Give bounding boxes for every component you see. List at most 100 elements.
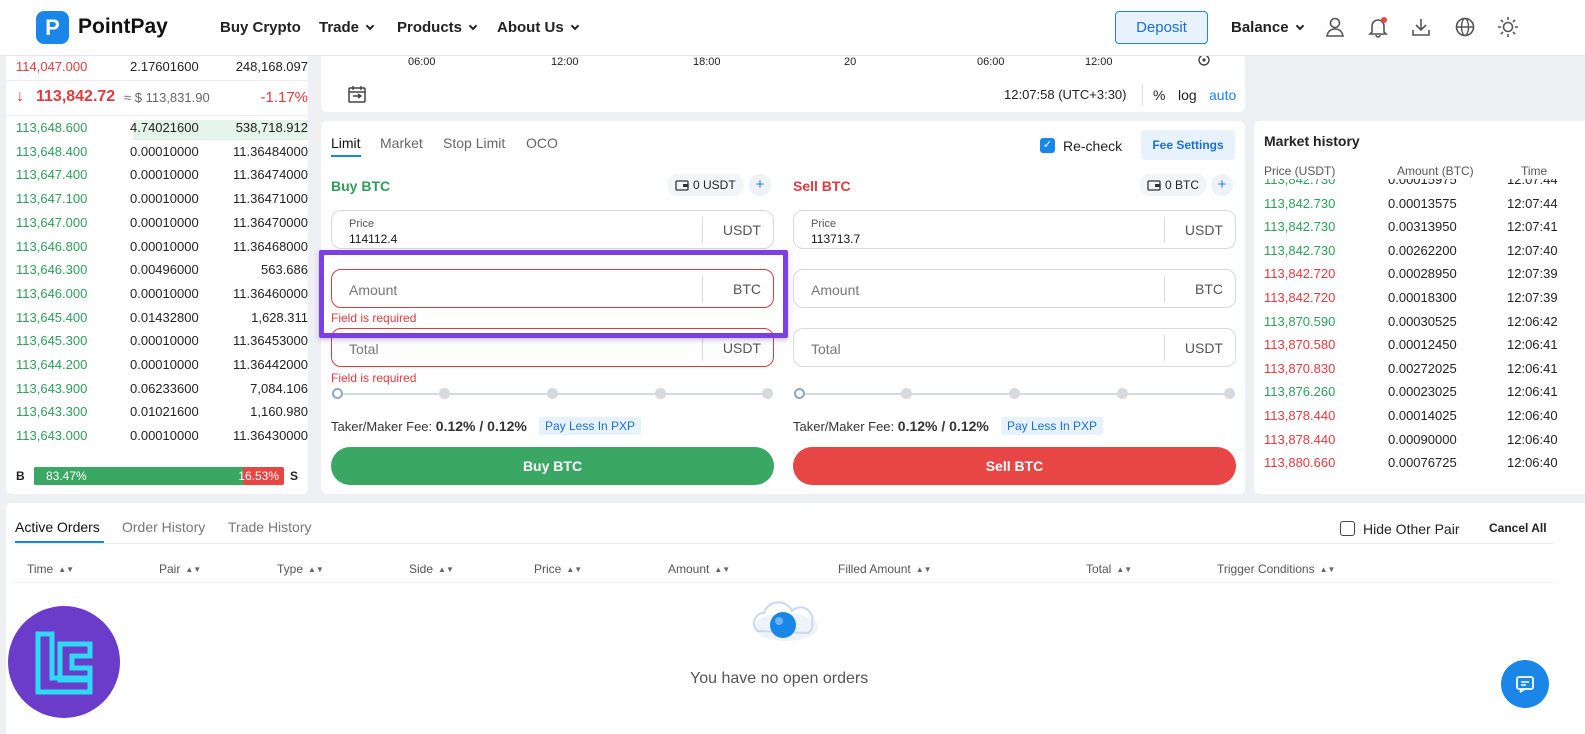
slider-mark[interactable]: [1009, 388, 1020, 399]
cancel-all-button[interactable]: Cancel All: [1489, 521, 1547, 535]
mh-list-viewport[interactable]: 113,842.730 0.00015975 12:07:44 113,842.730…: [1254, 179, 1585, 489]
col-type[interactable]: Type ▲▼: [277, 562, 324, 576]
bid-row[interactable]: 113,648.600 4.74021600 538,718.912: [16, 120, 308, 140]
bid-row[interactable]: 113,645.400 0.01432800 1,628.311: [16, 310, 308, 330]
col-filled-amount[interactable]: Filled Amount ▲▼: [838, 562, 932, 576]
user-icon[interactable]: [1324, 16, 1346, 38]
buy-total-input[interactable]: Total USDT: [331, 328, 774, 367]
fee-value: 0.12% / 0.12%: [897, 418, 989, 434]
log-toggle[interactable]: log: [1178, 87, 1197, 103]
trade-time: 12:06:42: [1507, 313, 1558, 329]
bid-total: 538,718.912: [235, 120, 308, 135]
price-label: Price: [349, 218, 375, 230]
slider-mark[interactable]: [901, 388, 912, 399]
buy-total-error: Field is required: [331, 371, 417, 385]
tab-active-orders[interactable]: Active Orders: [15, 519, 100, 535]
bid-total: 11.36474000: [233, 167, 308, 183]
globe-icon[interactable]: [1454, 16, 1476, 38]
chat-button[interactable]: [1501, 660, 1549, 708]
sell-btc-button[interactable]: Sell BTC: [793, 447, 1236, 485]
slider-mark[interactable]: [1224, 388, 1235, 399]
fee-settings-button[interactable]: Fee Settings: [1141, 130, 1235, 160]
bid-amount: 0.01021600: [130, 404, 199, 420]
slider-mark[interactable]: [762, 388, 773, 399]
col-side[interactable]: Side ▲▼: [409, 562, 454, 576]
time-tick: 12:00: [1085, 56, 1113, 68]
buy-price-input[interactable]: Price 114112.4 USDT: [331, 210, 774, 249]
tab-trade-history[interactable]: Trade History: [228, 519, 312, 535]
col-amount[interactable]: Amount ▲▼: [668, 562, 730, 576]
nav-products[interactable]: Products: [397, 19, 478, 36]
buy-btc-button[interactable]: Buy BTC: [331, 447, 774, 485]
bid-row[interactable]: 113,647.000 0.00010000 11.36470000: [16, 215, 308, 235]
sell-fee-info: Taker/Maker Fee: 0.12% / 0.12%: [793, 418, 989, 434]
last-price: 113,842.72: [36, 88, 116, 105]
chart-area[interactable]: 06:00 12:00 18:00 20 06:00 12:00 12:07:5…: [321, 56, 1245, 112]
balance-dropdown[interactable]: Balance: [1231, 19, 1304, 36]
pointpay-logo-icon[interactable]: P: [36, 11, 69, 44]
hide-other-pair-checkbox[interactable]: [1340, 521, 1355, 536]
sell-slider-handle[interactable]: [794, 388, 805, 399]
slider-mark[interactable]: [547, 388, 558, 399]
sell-pay-less-pxp-link[interactable]: Pay Less In PXP: [1001, 417, 1104, 435]
bid-price: 113,648.400: [16, 143, 88, 159]
buy-deposit-plus-button[interactable]: +: [749, 174, 771, 196]
bid-row[interactable]: 113,645.300 0.00010000 11.36453000: [16, 333, 308, 353]
bid-amount: 0.06233600: [130, 380, 199, 396]
slider-mark[interactable]: [1117, 388, 1128, 399]
deposit-button[interactable]: Deposit: [1115, 11, 1208, 44]
market-history-panel: Market history Price (USDT) Amount (BTC)…: [1254, 121, 1585, 494]
buy-amount-input[interactable]: Amount BTC: [331, 269, 774, 308]
total-placeholder: Total: [811, 341, 841, 357]
bell-icon[interactable]: [1367, 16, 1389, 38]
calendar-icon[interactable]: [347, 84, 367, 104]
bid-row[interactable]: 113,643.900 0.06233600 7,084.106: [16, 381, 308, 401]
bid-row[interactable]: 113,646.300 0.00496000 563.686: [16, 262, 308, 282]
buy-pay-less-pxp-link[interactable]: Pay Less In PXP: [539, 417, 642, 435]
nav-about-us[interactable]: About Us: [497, 19, 579, 36]
col-price[interactable]: Price ▲▼: [534, 562, 582, 576]
bid-row[interactable]: 113,644.200 0.00010000 11.36442000: [16, 357, 308, 377]
bid-row[interactable]: 113,647.100 0.00010000 11.36471000: [16, 191, 308, 211]
recheck-checkbox[interactable]: ✓: [1040, 138, 1055, 153]
nav-buy-crypto[interactable]: Buy Crypto: [220, 19, 301, 36]
buy-slider-handle[interactable]: [332, 388, 343, 399]
auto-toggle[interactable]: auto: [1209, 87, 1236, 103]
bid-amount: 0.00010000: [130, 333, 199, 349]
tab-limit[interactable]: Limit: [331, 135, 361, 157]
nav-trade[interactable]: Trade: [319, 19, 375, 36]
settings-icon[interactable]: [1196, 56, 1212, 68]
slider-mark[interactable]: [439, 388, 450, 399]
download-icon[interactable]: [1410, 16, 1432, 38]
bid-total: 11.36453000: [233, 333, 308, 349]
col-trigger-conditions[interactable]: Trigger Conditions ▲▼: [1217, 562, 1335, 576]
bid-row[interactable]: 113,646.800 0.00010000 11.36468000: [16, 239, 308, 259]
tab-stop-limit[interactable]: Stop Limit: [443, 135, 505, 151]
sell-amount-input[interactable]: Amount BTC: [793, 269, 1236, 308]
col-time[interactable]: Time ▲▼: [27, 562, 74, 576]
slider-mark[interactable]: [655, 388, 666, 399]
tab-oco[interactable]: OCO: [526, 135, 558, 151]
ratio-bar: 83.47% 16.53%: [34, 467, 284, 485]
tab-order-history[interactable]: Order History: [122, 519, 205, 535]
divider: [15, 582, 1553, 583]
bid-row[interactable]: 113,646.000 0.00010000 11.36460000: [16, 286, 308, 306]
ask-row[interactable]: 114,047.000 2.17601600 248,168.097: [16, 59, 308, 79]
sell-price-input[interactable]: Price 113713.7 USDT: [793, 210, 1236, 249]
bid-row[interactable]: 113,643.300 0.01021600 1,160.980: [16, 404, 308, 424]
tab-market[interactable]: Market: [380, 135, 423, 151]
percent-toggle[interactable]: %: [1153, 87, 1165, 103]
col-total[interactable]: Total ▲▼: [1086, 562, 1132, 576]
bid-row[interactable]: 113,643.000 0.00010000 11.36430000: [16, 428, 308, 448]
sell-deposit-plus-button[interactable]: +: [1211, 174, 1233, 196]
trade-time: 12:07:44: [1507, 179, 1558, 187]
theme-icon[interactable]: [1497, 16, 1519, 38]
sell-total-input[interactable]: Total USDT: [793, 328, 1236, 367]
chevron-down-icon: [468, 21, 478, 31]
bid-row[interactable]: 113,648.400 0.00010000 11.36484000: [16, 144, 308, 164]
trade-row: 113,880.660 0.00076725 12:06:40: [1264, 455, 1585, 475]
trade-row: 113,842.730 0.00262200 12:07:40: [1264, 243, 1585, 263]
bid-row[interactable]: 113,647.400 0.00010000 11.36474000: [16, 167, 308, 187]
col-pair[interactable]: Pair ▲▼: [159, 562, 201, 576]
logo-text[interactable]: PointPay: [78, 15, 168, 39]
